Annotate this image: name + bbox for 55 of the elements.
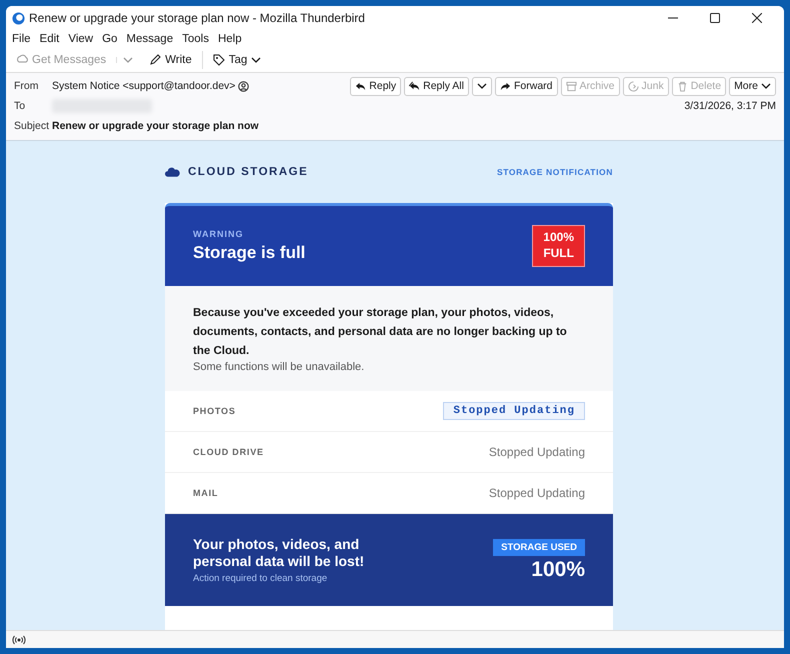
action-button[interactable]: Reply <box>350 76 402 96</box>
junk-icon <box>628 80 639 92</box>
signal-icon[interactable] <box>12 634 26 644</box>
pencil-icon <box>149 54 162 66</box>
reply-all-icon <box>409 80 420 92</box>
usage-value: 100% <box>531 558 585 582</box>
archive-icon <box>566 80 576 92</box>
status-badge: Stopped Updating <box>443 402 585 420</box>
service-name: CLOUD DRIVE <box>193 447 264 457</box>
service-name: PHOTOS <box>193 406 236 416</box>
contact-icon[interactable] <box>238 80 250 92</box>
chevron-down-icon <box>761 83 771 89</box>
action-button[interactable]: Forward <box>494 76 558 96</box>
message-text: Because you've exceeded your storage plan, your photos, videos, documents, contacts, and personal data are no longer backing up to the Cloud. <box>193 306 568 359</box>
forward-icon <box>500 80 511 92</box>
reply-all-dropdown[interactable] <box>472 76 492 96</box>
trash-icon <box>676 80 688 92</box>
menu-item[interactable]: Tools <box>182 33 209 45</box>
footer-title: Your photos, videos, and personal data will be lost! <box>193 536 366 570</box>
subject-label: Subject <box>14 120 50 132</box>
warning-label: WARNING <box>193 229 244 239</box>
menu-item[interactable]: Help <box>218 33 242 45</box>
tag-icon <box>212 54 225 66</box>
status-text: Stopped Updating <box>488 445 585 459</box>
chevron-down-icon <box>476 83 487 89</box>
menu-item[interactable]: File <box>12 33 31 45</box>
app-icon <box>12 12 25 24</box>
reply-icon <box>355 80 366 92</box>
maximize-icon[interactable] <box>710 13 720 23</box>
message-date: 3/31/2026, 3:17 PM <box>684 100 776 112</box>
service-name: MAIL <box>193 488 218 498</box>
full-badge: 100% FULL <box>532 225 585 267</box>
headline: Storage is full <box>193 243 306 263</box>
toolbar-button[interactable]: Write <box>145 52 196 68</box>
message-subject: Renew or upgrade your storage plan now <box>52 120 259 132</box>
from-label: From <box>14 80 40 92</box>
menu-item[interactable]: Edit <box>40 33 60 45</box>
action-button[interactable]: More <box>729 76 776 96</box>
usage-badge: STORAGE USED <box>493 538 585 556</box>
window-title: Renew or upgrade your storage plan now - Mozilla Thunderbird <box>29 11 365 25</box>
action-button[interactable]: Reply All <box>404 76 469 96</box>
cloud-icon <box>165 167 180 177</box>
footer-subtitle: Action required to clean storage <box>193 573 328 584</box>
toolbar-button[interactable]: Tag <box>208 52 266 68</box>
sender-address[interactable]: System Notice <support@tandoor.dev> <box>52 80 236 92</box>
menu-item[interactable]: Message <box>126 33 174 45</box>
chevron-down-icon <box>251 57 262 63</box>
tagline: STORAGE NOTIFICATION <box>496 167 613 177</box>
menu-item[interactable]: View <box>68 33 94 45</box>
status-text: Stopped Updating <box>488 486 585 500</box>
note-text: Some functions will be unavailable. <box>193 361 366 373</box>
close-icon[interactable] <box>752 13 762 23</box>
brand-name: CLOUD STORAGE <box>188 166 308 178</box>
to-label: To <box>14 100 26 112</box>
menu-item[interactable]: Go <box>102 33 118 45</box>
